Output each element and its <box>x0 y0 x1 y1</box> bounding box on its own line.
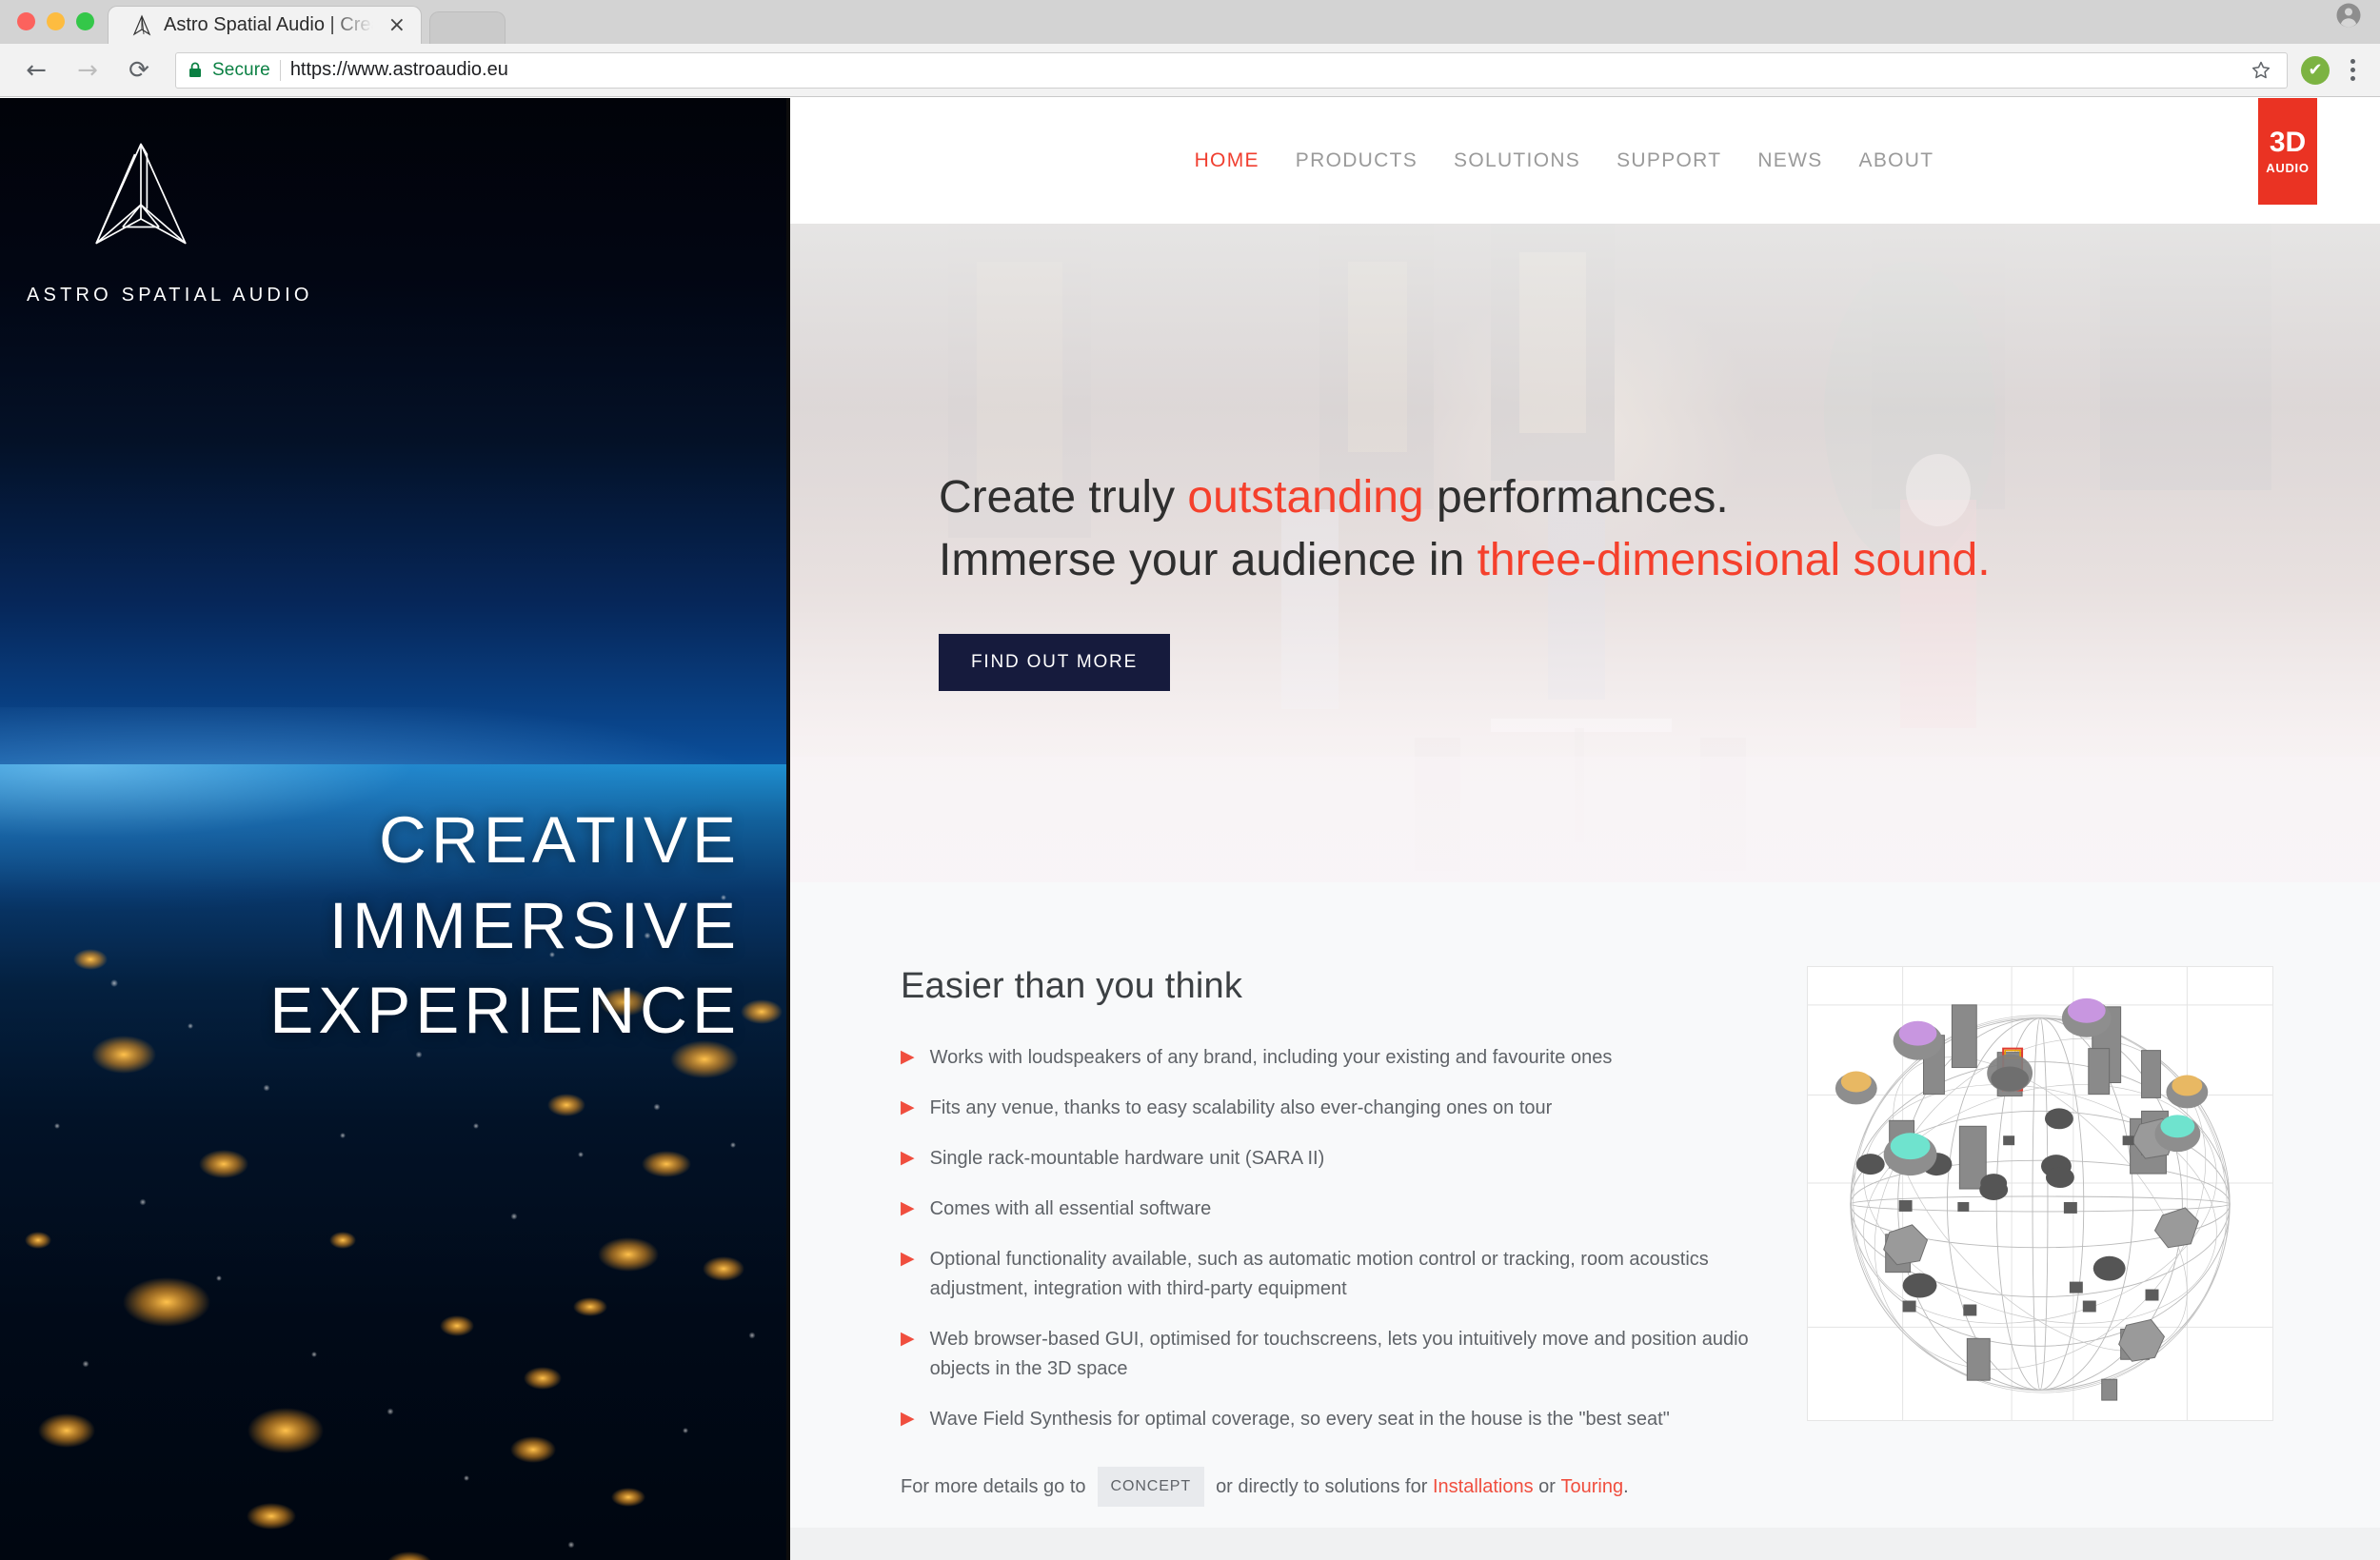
bullet-text: Comes with all essential software <box>929 1198 1212 1219</box>
tab-strip-right-controls <box>2334 1 2380 44</box>
astro-logo-favicon-icon <box>129 13 154 38</box>
page-viewport: ASTRO SPATIAL AUDIO CREATIVE IMMERSIVE E… <box>0 98 2380 1560</box>
installations-link[interactable]: Installations <box>1433 1471 1534 1502</box>
nav-item-home[interactable]: HOME <box>1195 149 1259 172</box>
sphere-visualization <box>1807 966 2273 1421</box>
browser-menu-button[interactable] <box>2343 59 2363 81</box>
page-bottom-band <box>786 1528 2380 1560</box>
hero-text-block: Create truly outstanding performances. I… <box>939 466 1991 692</box>
sphere-visualization-svg <box>1808 967 2272 1420</box>
badge-line-2: AUDIO <box>2266 160 2310 175</box>
more-details-period: . <box>1623 1475 1629 1497</box>
browser-window: Astro Spatial Audio | Creativity × ← → ⟳ <box>0 0 2380 1560</box>
list-item: ▶ Wave Field Synthesis for optimal cover… <box>901 1405 1750 1434</box>
address-bar-divider <box>279 59 281 81</box>
features-section: Easier than you think ▶ Works with louds… <box>786 882 2380 1560</box>
minimize-window-button[interactable] <box>47 12 65 30</box>
more-details-middle: or directly to solutions for <box>1216 1475 1428 1497</box>
address-bar[interactable]: Secure https://www.astroaudio.eu <box>175 51 2288 89</box>
menu-dot <box>2350 59 2355 64</box>
features-visual-column <box>1807 966 2273 1507</box>
site-nav-items: HOME PRODUCTS SOLUTIONS SUPPORT NEWS ABO… <box>1195 149 1934 172</box>
section-title: Easier than you think <box>901 966 1243 1006</box>
nav-item-products[interactable]: PRODUCTS <box>1296 149 1418 172</box>
browser-tab-active[interactable]: Astro Spatial Audio | Creativity × <box>108 6 422 44</box>
more-details-or: or <box>1538 1475 1556 1497</box>
hero-line2-accent: three-dimensional sound. <box>1477 535 1991 586</box>
bullet-arrow-icon: ▶ <box>901 1197 915 1218</box>
left-heading-line-2: IMMERSIVE <box>328 888 741 962</box>
list-item: ▶ Comes with all essential software <box>901 1195 1750 1224</box>
hero-line2-part1: Immerse your audience in <box>939 535 1478 586</box>
list-item: ▶ Fits any venue, thanks to easy scalabi… <box>901 1094 1750 1123</box>
nav-item-about[interactable]: ABOUT <box>1859 149 1934 172</box>
touring-link[interactable]: Touring <box>1561 1471 1624 1502</box>
bullet-arrow-icon: ▶ <box>901 1248 915 1269</box>
nav-item-support[interactable]: SUPPORT <box>1616 149 1721 172</box>
left-heading-line-1: CREATIVE <box>379 803 741 877</box>
more-details-line: For more details go to CONCEPT or direct… <box>901 1467 1750 1507</box>
hero-headline-line-2: Immerse your audience in three-dimension… <box>939 529 1991 592</box>
nav-item-news[interactable]: NEWS <box>1757 149 1822 172</box>
left-heading-line-3: EXPERIENCE <box>269 974 741 1048</box>
hero-headline-line-1: Create truly outstanding performances. <box>939 466 1991 529</box>
badge-line-1: 3D <box>2269 126 2307 158</box>
site-logo[interactable]: ASTRO SPATIAL AUDIO <box>27 138 313 306</box>
bookmark-star-icon[interactable] <box>2247 56 2275 85</box>
lock-icon <box>188 62 203 79</box>
bullet-arrow-icon: ▶ <box>901 1147 915 1168</box>
bullet-arrow-icon: ▶ <box>901 1328 915 1349</box>
left-hero-panel: ASTRO SPATIAL AUDIO CREATIVE IMMERSIVE E… <box>0 98 786 1560</box>
close-tab-button[interactable]: × <box>383 14 411 36</box>
bullet-text: Works with loudspeakers of any brand, in… <box>929 1047 1613 1068</box>
menu-dot <box>2350 68 2355 72</box>
list-item: ▶ Works with loudspeakers of any brand, … <box>901 1043 1750 1073</box>
forward-button[interactable]: → <box>69 51 107 89</box>
bullet-arrow-icon: ▶ <box>901 1408 915 1429</box>
maximize-window-button[interactable] <box>76 12 94 30</box>
astro-triangle-logo-icon <box>95 143 187 245</box>
bullet-text: Single rack-mountable hardware unit (SAR… <box>929 1148 1325 1169</box>
list-item: ▶ Single rack-mountable hardware unit (S… <box>901 1144 1750 1174</box>
browser-tab-inactive[interactable] <box>429 11 506 44</box>
nav-item-solutions[interactable]: SOLUTIONS <box>1454 149 1580 172</box>
list-item: ▶ Optional functionality available, such… <box>901 1245 1750 1304</box>
list-item: ▶ Web browser-based GUI, optimised for t… <box>901 1325 1750 1384</box>
extension-checkmark-icon[interactable]: ✔ <box>2301 55 2330 85</box>
three-d-audio-badge[interactable]: 3D AUDIO <box>2258 98 2317 205</box>
right-content-column: HOME PRODUCTS SOLUTIONS SUPPORT NEWS ABO… <box>786 98 2380 1560</box>
bullet-text: Web browser-based GUI, optimised for tou… <box>929 1329 1749 1379</box>
bullet-arrow-icon: ▶ <box>901 1046 915 1067</box>
browser-toolbar: ← → ⟳ Secure https://www.astroaudio.eu ✔ <box>0 44 2380 97</box>
bullet-text: Optional functionality available, such a… <box>929 1249 1709 1299</box>
more-details-prefix: For more details go to <box>901 1475 1086 1497</box>
bullet-text: Wave Field Synthesis for optimal coverag… <box>929 1409 1670 1430</box>
reload-button[interactable]: ⟳ <box>120 51 158 89</box>
menu-dot <box>2350 76 2355 81</box>
site-logo-wordmark: ASTRO SPATIAL AUDIO <box>27 285 313 306</box>
features-text-column: Easier than you think ▶ Works with louds… <box>901 966 1750 1507</box>
content-left-edge <box>786 98 790 1560</box>
find-out-more-button[interactable]: FIND OUT MORE <box>939 634 1171 692</box>
site-navigation-bar: HOME PRODUCTS SOLUTIONS SUPPORT NEWS ABO… <box>786 98 2380 224</box>
concept-button[interactable]: CONCEPT <box>1097 1467 1205 1507</box>
close-window-button[interactable] <box>17 12 35 30</box>
address-bar-url: https://www.astroaudio.eu <box>289 59 508 80</box>
browser-tab-strip: Astro Spatial Audio | Creativity × <box>0 0 2380 44</box>
feature-bullet-list: ▶ Works with loudspeakers of any brand, … <box>901 1043 1750 1434</box>
features-inner: Easier than you think ▶ Works with louds… <box>786 966 2380 1507</box>
hero-banner: Create truly outstanding performances. I… <box>786 224 2380 882</box>
left-panel-heading: CREATIVE IMMERSIVE EXPERIENCE <box>269 798 741 1054</box>
window-traffic-lights <box>0 12 108 44</box>
bullet-text: Fits any venue, thanks to easy scalabili… <box>929 1097 1553 1118</box>
hero-line1-part2: performances. <box>1423 472 1729 523</box>
secure-label: Secure <box>212 59 270 80</box>
back-button[interactable]: ← <box>17 51 55 89</box>
hero-line1-part1: Create truly <box>939 472 1188 523</box>
hero-line1-accent: outstanding <box>1187 472 1424 523</box>
profile-avatar-icon[interactable] <box>2334 1 2363 34</box>
browser-tab-title: Astro Spatial Audio | Creativity <box>164 14 373 35</box>
bullet-arrow-icon: ▶ <box>901 1096 915 1117</box>
